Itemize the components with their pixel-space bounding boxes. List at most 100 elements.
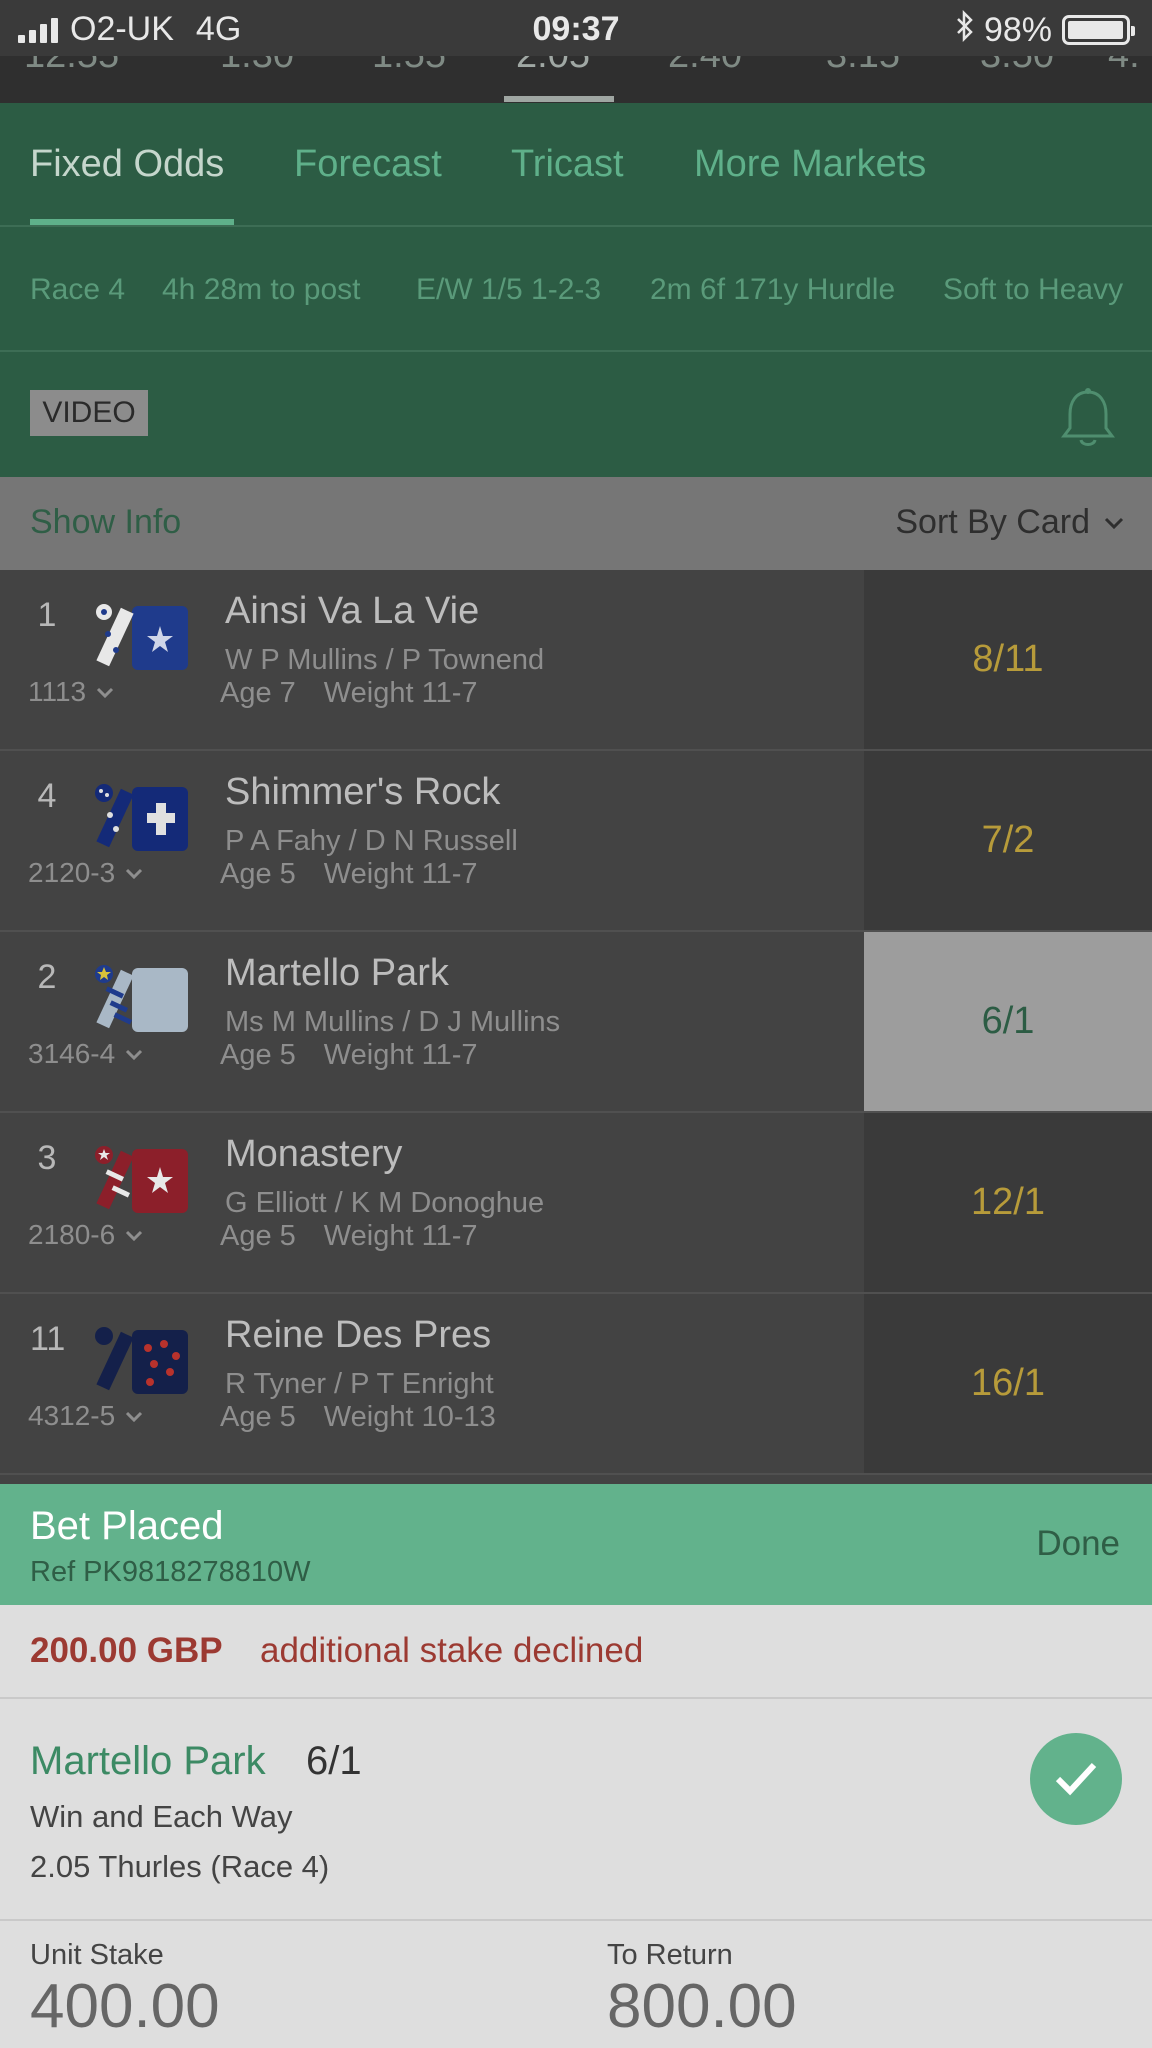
runner-weight: Weight 11-7 bbox=[323, 677, 478, 709]
runner-form: 3146-4 bbox=[28, 1038, 116, 1069]
race-time-tab[interactable]: 1:30 bbox=[220, 56, 294, 77]
race-time-tab[interactable]: 3:50 bbox=[980, 56, 1054, 77]
form-toggle[interactable]: 3146-4 bbox=[28, 1038, 143, 1070]
race-time-tab[interactable]: 2:40 bbox=[668, 56, 742, 77]
runner-name: Shimmer's Rock bbox=[225, 771, 501, 813]
status-right: 98% bbox=[956, 9, 1135, 50]
race-time-tab[interactable]: 12:55 bbox=[24, 56, 119, 77]
chevron-down-icon bbox=[126, 868, 143, 879]
race-times-strip[interactable]: 12:55 1:30 1:55 2:05 2:40 3:15 3:50 4: bbox=[0, 56, 1152, 103]
race-going: Soft to Heavy bbox=[943, 273, 1124, 306]
runner-age: Age 7 bbox=[220, 677, 296, 709]
declined-message: additional stake declined bbox=[260, 1631, 644, 1670]
battery-fill bbox=[1068, 21, 1123, 39]
race-distance: 2m 6f 171y Hurdle bbox=[650, 273, 896, 306]
bell-icon[interactable] bbox=[1058, 386, 1118, 450]
sort-label: Sort By Card bbox=[895, 503, 1090, 541]
unit-stake-value: 400.00 bbox=[30, 1972, 220, 2041]
selection-event: 2.05 Thurles (Race 4) bbox=[30, 1849, 330, 1884]
runner-meta: Age 7 Weight 11-7 bbox=[220, 677, 477, 710]
runner-connections: Ms M Mullins / D J Mullins bbox=[225, 1006, 561, 1038]
runner-age: Age 5 bbox=[220, 1401, 296, 1433]
runner-name: Monastery bbox=[225, 1133, 403, 1175]
runner-form: 2120-3 bbox=[28, 857, 116, 888]
selection-name: Martello Park bbox=[30, 1739, 266, 1783]
runner-form: 1113 bbox=[28, 676, 87, 707]
runner-weight: Weight 11-7 bbox=[323, 1220, 478, 1252]
bet-placed-title: Bet Placed bbox=[30, 1504, 224, 1548]
race-time-tab[interactable]: 1:55 bbox=[372, 56, 446, 77]
selection-price: 6/1 bbox=[306, 1739, 362, 1783]
race-time-tab-active[interactable]: 2:05 bbox=[516, 56, 590, 77]
runner-number: 1 bbox=[37, 596, 57, 634]
form-toggle[interactable]: 2120-3 bbox=[28, 857, 143, 889]
bet-placed-header: Bet Placed Ref PK9818278810W Done bbox=[0, 1484, 1152, 1605]
runner-age: Age 5 bbox=[220, 858, 296, 890]
runner-name: Ainsi Va La Vie bbox=[225, 590, 480, 632]
time-to-post: 4h 28m to post bbox=[162, 273, 361, 306]
chevron-down-icon bbox=[126, 1230, 143, 1241]
market-tabs: Fixed Odds Forecast Tricast More Markets bbox=[0, 103, 1152, 227]
runner-connections: G Elliott / K M Donoghue bbox=[225, 1187, 545, 1219]
form-toggle[interactable]: 1113 bbox=[28, 676, 114, 708]
tab-more-markets[interactable]: More Markets bbox=[694, 143, 926, 186]
jockey-silks-icon bbox=[92, 960, 196, 1036]
runner-row[interactable]: 4 2120-3 Shimmer's Rock P A Fahy / D N R… bbox=[0, 751, 1152, 932]
odds-button[interactable]: 8/11 bbox=[864, 570, 1152, 749]
tab-fixed-odds[interactable]: Fixed Odds bbox=[30, 143, 224, 186]
jockey-silks-icon bbox=[92, 779, 196, 855]
chevron-down-icon bbox=[97, 687, 114, 698]
race-number: Race 4 bbox=[30, 273, 126, 306]
runner-number: 3 bbox=[37, 1139, 57, 1177]
tab-tricast[interactable]: Tricast bbox=[511, 143, 624, 186]
runner-row[interactable]: 2 3146-4 Martello Park Ms M Mullins / D … bbox=[0, 932, 1152, 1113]
odds-button[interactable]: 16/1 bbox=[864, 1294, 1152, 1473]
runner-form: 4312-5 bbox=[28, 1400, 116, 1431]
sort-dropdown[interactable]: Sort By Card bbox=[895, 503, 1124, 542]
race-time-active-indicator bbox=[504, 96, 614, 102]
race-time-tab[interactable]: 3:15 bbox=[826, 56, 900, 77]
runner-weight: Weight 10-13 bbox=[323, 1401, 496, 1433]
unit-stake-label: Unit Stake bbox=[30, 1939, 164, 1971]
runner-age: Age 5 bbox=[220, 1220, 296, 1252]
runner-row[interactable]: 1 1113 Ainsi Va La Vie W P Mullins / P T… bbox=[0, 570, 1152, 751]
runner-name: Martello Park bbox=[225, 952, 449, 994]
runner-name: Reine Des Pres bbox=[225, 1314, 492, 1356]
race-time-tab[interactable]: 4: bbox=[1108, 56, 1140, 77]
show-info-button[interactable]: Show Info bbox=[30, 503, 181, 542]
form-toggle[interactable]: 4312-5 bbox=[28, 1400, 143, 1432]
video-row: VIDEO bbox=[0, 352, 1152, 477]
runner-number: 2 bbox=[37, 958, 57, 996]
odds-button-selected[interactable]: 6/1 bbox=[864, 932, 1152, 1111]
odds-button[interactable]: 12/1 bbox=[864, 1113, 1152, 1292]
runner-list: 1 1113 Ainsi Va La Vie W P Mullins / P T… bbox=[0, 570, 1152, 1475]
runner-age: Age 5 bbox=[220, 1039, 296, 1071]
runner-form: 2180-6 bbox=[28, 1219, 116, 1250]
runner-connections: R Tyner / P T Enright bbox=[225, 1368, 494, 1400]
runner-number: 4 bbox=[37, 777, 57, 815]
runner-weight: Weight 11-7 bbox=[323, 858, 478, 890]
active-tab-indicator bbox=[30, 219, 234, 225]
runner-row[interactable]: 3 2180-6 Monastery G Elliott / K M Donog… bbox=[0, 1113, 1152, 1294]
status-bar: O2-UK 4G 09:37 98% bbox=[0, 0, 1152, 56]
form-toggle[interactable]: 2180-6 bbox=[28, 1219, 143, 1251]
chevron-down-icon bbox=[126, 1411, 143, 1422]
odds-button[interactable]: 7/2 bbox=[864, 751, 1152, 930]
stake-summary: Unit Stake 400.00 To Return 800.00 bbox=[0, 1921, 1152, 2048]
chevron-down-icon bbox=[126, 1049, 143, 1060]
battery-percent: 98% bbox=[983, 10, 1052, 49]
bet-selection: Martello Park 6/1 Win and Each Way 2.05 … bbox=[0, 1699, 1152, 1921]
selection-market: Win and Each Way bbox=[30, 1799, 293, 1834]
video-button[interactable]: VIDEO bbox=[30, 390, 148, 436]
tab-forecast[interactable]: Forecast bbox=[294, 143, 442, 186]
bluetooth-icon bbox=[956, 9, 974, 50]
runner-weight: Weight 11-7 bbox=[323, 1039, 478, 1071]
done-button[interactable]: Done bbox=[1036, 1524, 1120, 1564]
chevron-down-icon bbox=[1104, 517, 1124, 529]
runner-meta: Age 5 Weight 11-7 bbox=[220, 1039, 477, 1072]
checkmark-icon bbox=[1030, 1733, 1122, 1825]
race-info-strip: Race 4 4h 28m to post E/W 1/5 1-2-3 2m 6… bbox=[0, 227, 1152, 352]
runner-row[interactable]: 11 4312-5 Reine Des Pres R Tyner / P T E… bbox=[0, 1294, 1152, 1475]
runner-meta: Age 5 Weight 10-13 bbox=[220, 1401, 496, 1434]
declined-amount: 200.00 GBP bbox=[30, 1631, 223, 1670]
